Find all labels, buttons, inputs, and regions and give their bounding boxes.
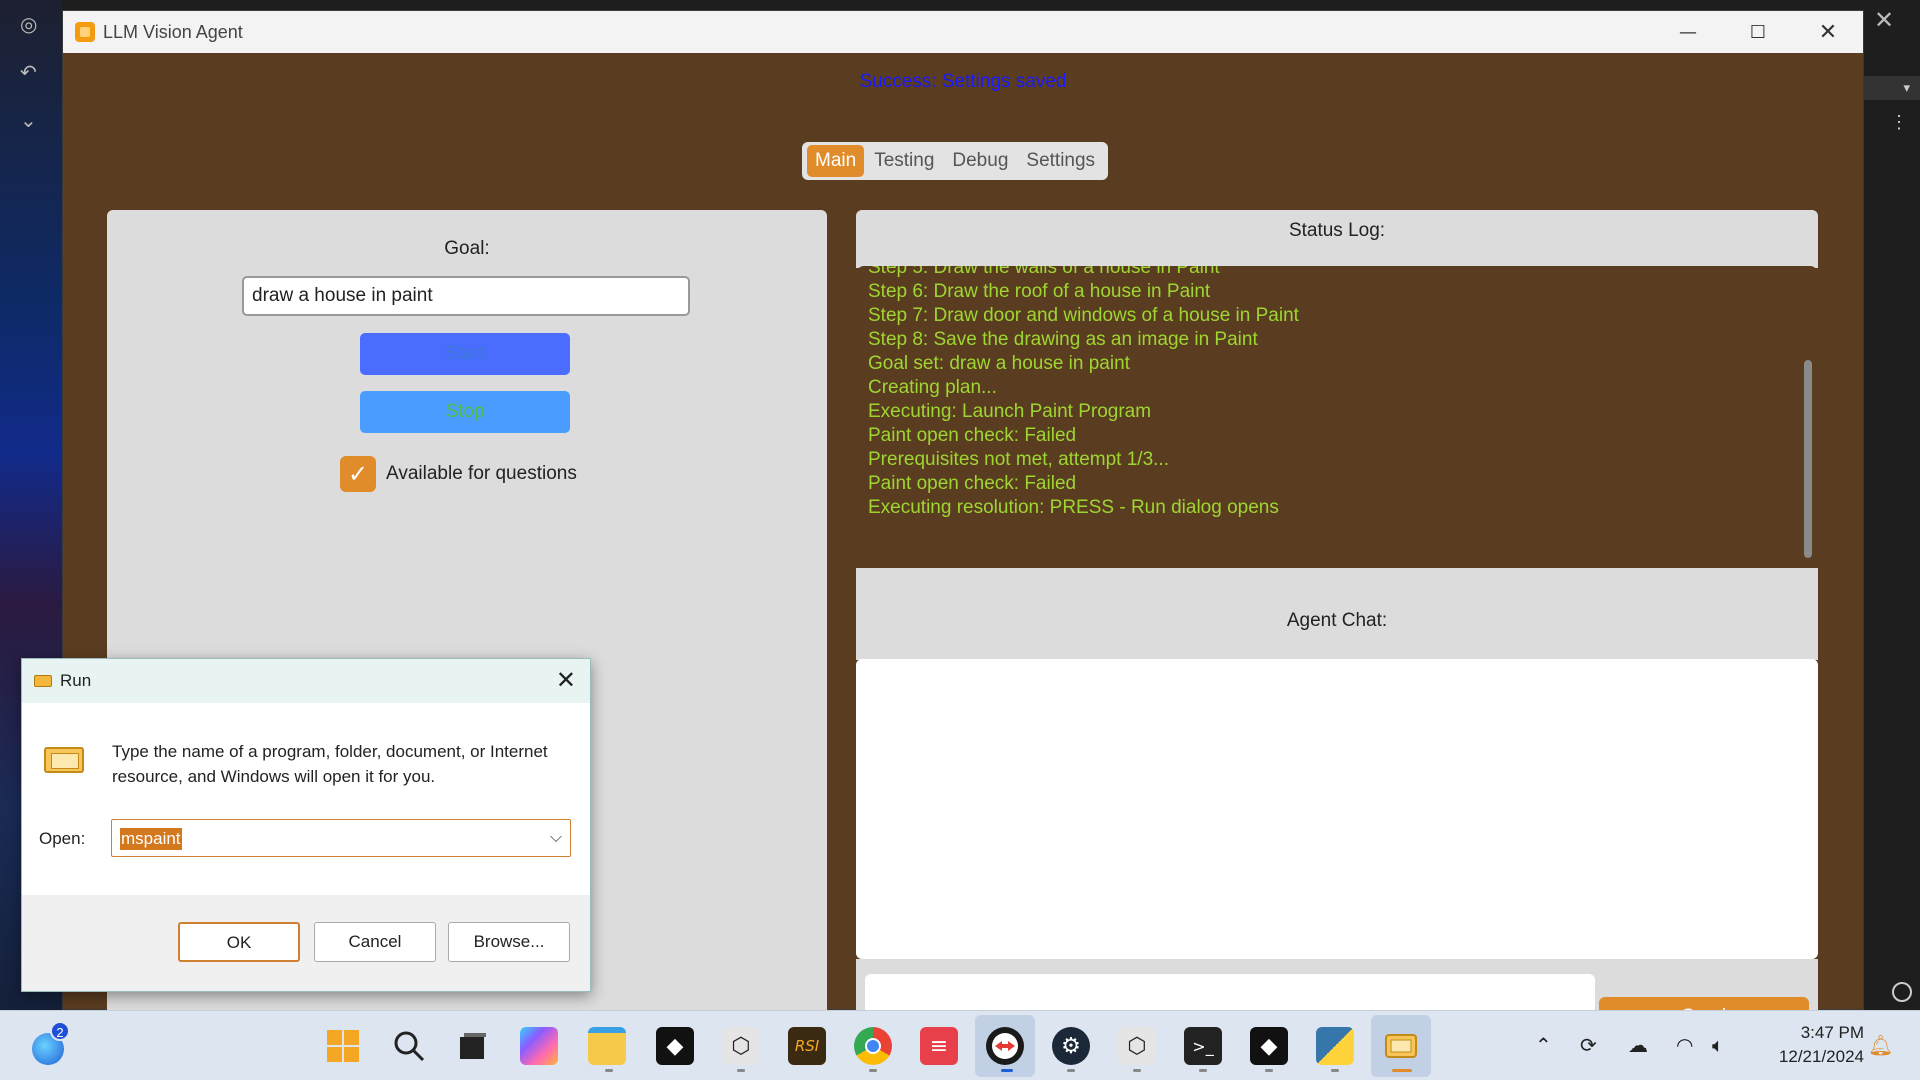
running-indicator [1199,1069,1207,1072]
app-red-icon[interactable]: ≡ [920,1027,958,1065]
llm-vision-agent-icon[interactable] [1382,1027,1420,1065]
app-logo-icon [75,22,95,42]
available-for-questions-checkbox[interactable]: ✓ [340,456,376,492]
taskbar: 2 ◆ ⬡ RSI ≡ ⚙ ⬡ >_ ◆ ⌃ ⟳ ☁ ◠ 🔈︎ 3:47 PM … [0,1010,1920,1080]
log-line: Executing resolution: PRESS - Run dialog… [868,497,1279,518]
terminal-icon[interactable]: >_ [1184,1027,1222,1065]
clock-date: 12/21/2024 [1778,1047,1864,1066]
search-icon[interactable] [390,1027,428,1065]
background-more-icon[interactable]: ⋮ [1862,112,1920,133]
run-title-bar[interactable]: Run ✕ [22,659,590,703]
chat-input[interactable] [865,974,1595,1014]
ok-button[interactable]: OK [178,922,300,962]
status-log-heading: Status Log: [856,210,1818,268]
background-app-icons: ◎ ↶ ⌄ [20,14,38,132]
run-body: Type the name of a program, folder, docu… [22,703,590,895]
run-close-button[interactable]: ✕ [556,666,576,694]
log-line: Creating plan... [868,377,997,398]
available-for-questions-label: Available for questions [386,463,577,484]
volume-icon[interactable]: 🔈︎ [1712,1033,1724,1057]
log-line: Step 8: Save the drawing as an image in … [868,329,1258,350]
tab-testing[interactable]: Testing [866,145,942,177]
steam-icon[interactable]: ⚙ [1052,1027,1090,1065]
run-icon [34,675,52,687]
task-view-icon[interactable] [454,1027,492,1065]
agent-chat-heading: Agent Chat: [856,568,1818,660]
tab-bar: Main Testing Debug Settings [802,142,1109,180]
unity-icon[interactable]: ⬡ [722,1027,760,1065]
onedrive-icon[interactable]: ☁ [1628,1033,1648,1057]
clock-time: 3:47 PM [1800,1023,1864,1042]
run-title: Run [60,671,92,690]
log-line: Paint open check: Failed [868,473,1077,494]
success-message: Success: Settings saved [859,71,1067,92]
chevron-down-icon[interactable]: ⌵ [550,827,562,847]
status-log-scrollbar[interactable] [1804,360,1812,558]
windows-start-icon[interactable] [324,1027,362,1065]
running-indicator [869,1069,877,1072]
goal-label: Goal: [444,238,490,259]
notification-badge: 2 [50,1021,70,1041]
tab-settings[interactable]: Settings [1018,145,1103,177]
run-program-icon [44,747,84,773]
tab-debug[interactable]: Debug [944,145,1016,177]
log-line: Step 6: Draw the roof of a house in Pain… [868,281,1211,302]
chrome-icon[interactable] [854,1027,892,1065]
run-open-combobox[interactable]: mspaint ⌵ [111,819,571,857]
agent-chat-area[interactable] [856,659,1818,959]
browse-button[interactable]: Browse... [448,922,570,962]
notification-bell-icon[interactable]: 🔔︎ [1868,1033,1893,1057]
maximize-button[interactable]: ☐ [1723,11,1793,53]
minimize-button[interactable]: — [1653,11,1723,53]
log-line: Step 7: Draw door and windows of a house… [868,305,1299,326]
running-indicator [1067,1069,1075,1072]
stop-button[interactable]: Stop [360,391,570,433]
chat-input-bar: Send [856,959,1818,1037]
run-dialog: Run ✕ Type the name of a program, folder… [21,658,591,992]
right-panel: Status Log: Step 5: Draw the walls of a … [856,210,1818,1037]
log-line: Paint open check: Failed [868,425,1077,446]
cancel-button[interactable]: Cancel [314,922,436,962]
log-line: Goal set: draw a house in paint [868,353,1130,374]
copilot-icon[interactable] [520,1027,558,1065]
sync-icon[interactable]: ⟳ [1580,1033,1597,1057]
python-icon[interactable] [1316,1027,1354,1065]
app-dark-icon[interactable]: ◆ [1250,1027,1288,1065]
running-indicator [1265,1069,1273,1072]
run-open-value[interactable]: mspaint [120,828,182,850]
unity-hub-icon[interactable]: ⬡ [1118,1027,1156,1065]
goal-input[interactable] [242,276,690,316]
available-for-questions-row[interactable]: ✓ Available for questions [340,456,577,492]
rsi-launcher-icon[interactable]: RSI [788,1027,826,1065]
run-open-label: Open: [39,829,86,848]
taskbar-clock[interactable]: 3:47 PM 12/21/2024 [1754,1021,1864,1069]
background-close-icon[interactable]: ✕ [1874,6,1894,34]
log-line: Prerequisites not met, attempt 1/3... [868,449,1169,470]
status-log[interactable]: Step 5: Draw the walls of a house in Pai… [856,266,1818,568]
background-window-right: ✕ ▾ ⋮ [1862,0,1920,1010]
tab-main[interactable]: Main [807,145,865,177]
teamviewer-icon[interactable] [986,1027,1024,1065]
running-indicator [1001,1069,1013,1072]
run-description: Type the name of a program, folder, docu… [112,742,548,786]
file-explorer-icon[interactable] [588,1027,626,1065]
background-check-icon [1892,982,1912,1002]
window-title: LLM Vision Agent [103,21,243,42]
running-indicator [737,1069,745,1072]
wifi-icon[interactable]: ◠ [1676,1033,1693,1057]
title-bar[interactable]: LLM Vision Agent — ☐ ✕ [63,11,1863,53]
app-icon[interactable]: ◆ [656,1027,694,1065]
running-indicator [1331,1069,1339,1072]
background-dropdown-icon[interactable]: ▾ [1862,76,1920,100]
start-button[interactable]: Start [360,333,570,375]
close-button[interactable]: ✕ [1793,11,1863,53]
chevron-up-icon[interactable]: ⌃ [1535,1033,1552,1057]
log-line: Executing: Launch Paint Program [868,401,1152,422]
running-indicator [605,1069,613,1072]
running-indicator [1392,1069,1412,1072]
log-line: Step 5: Draw the walls of a house in Pai… [868,266,1220,278]
running-indicator [1133,1069,1141,1072]
